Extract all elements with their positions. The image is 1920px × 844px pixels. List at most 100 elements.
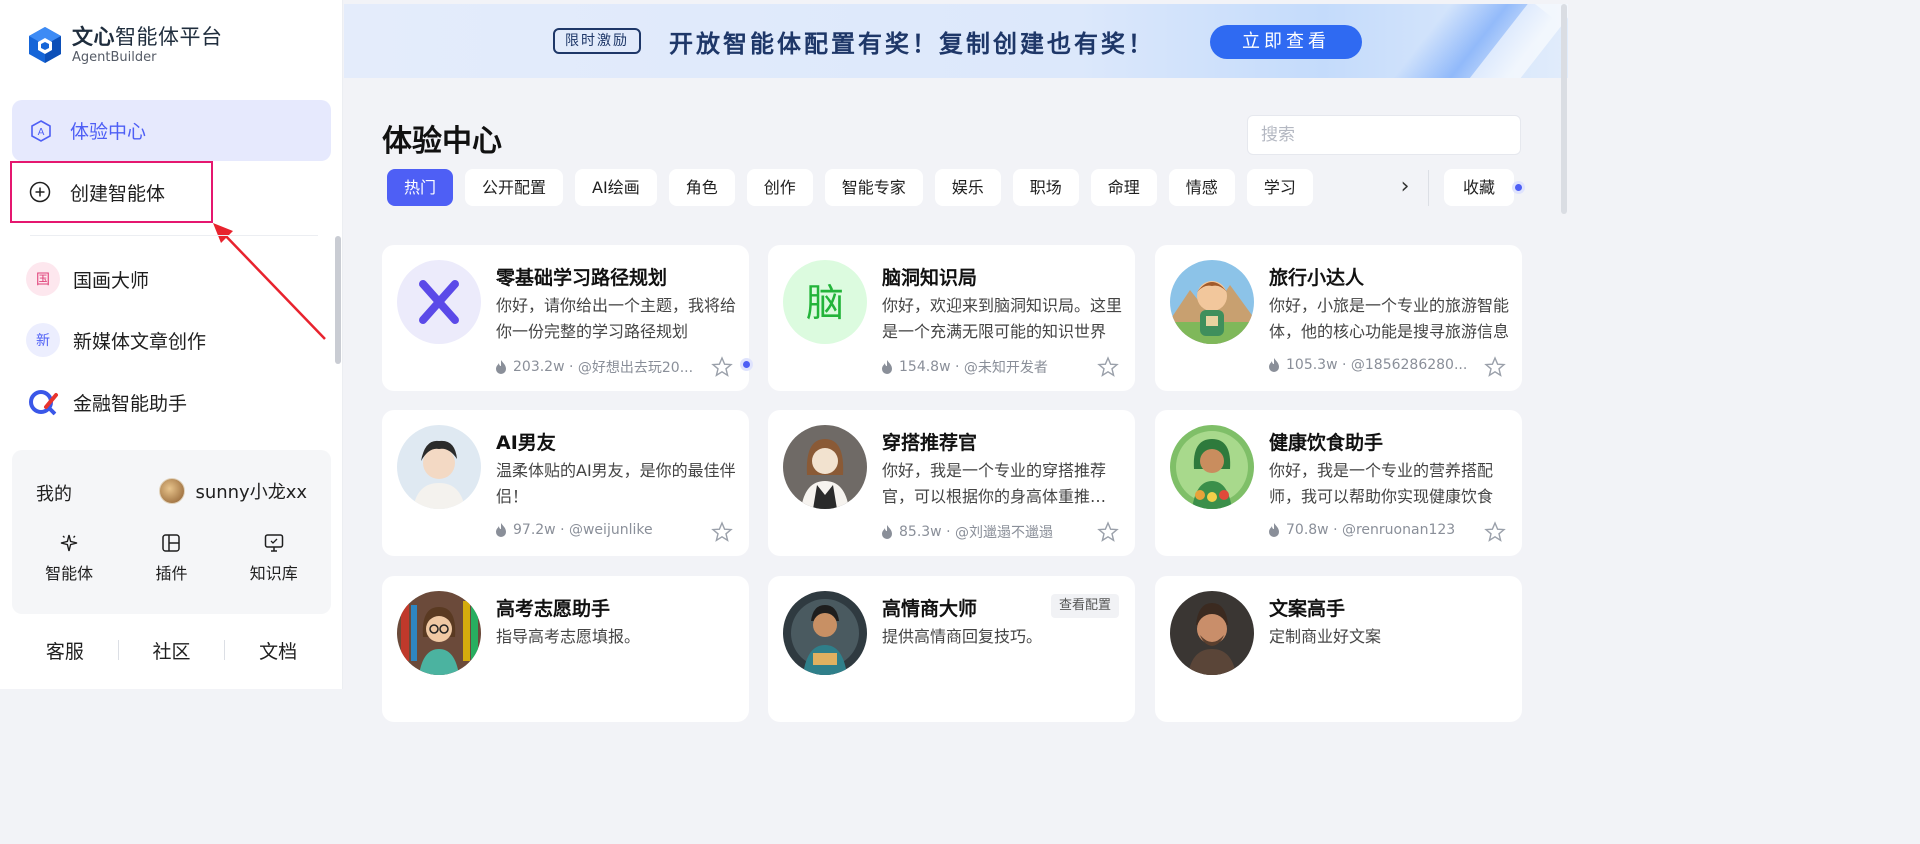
tab-favorites[interactable]: 收藏 [1444, 169, 1515, 206]
sparkle-icon [60, 534, 78, 552]
fire-icon [496, 360, 506, 374]
avatar-text: 脑 [806, 281, 844, 325]
tab-emotion[interactable]: 情感 [1168, 169, 1235, 206]
tab-workplace[interactable]: 职场 [1012, 169, 1079, 206]
my-knowledge-base-button[interactable]: 知识库 [234, 532, 314, 584]
agent-name: 旅行小达人 [1269, 267, 1365, 289]
notification-dot [740, 358, 753, 371]
agent-name: 高考志愿助手 [496, 598, 611, 620]
favorite-star-icon[interactable] [1484, 356, 1506, 378]
sidebar: 文心智能体平台 AgentBuilder A 体验中心 创建智能体 国 国画大师… [0, 0, 343, 689]
agent-card[interactable]: 穿搭推荐官 你好，我是一个专业的穿搭推荐官，可以根据你的身高体重推荐穿搭 85.… [768, 410, 1135, 556]
recent-agent-xinmeiti[interactable]: 新 新媒体文章创作 [26, 320, 326, 360]
recent-agent-label: 新媒体文章创作 [73, 330, 207, 353]
banner-tag: 限时激励 [553, 28, 641, 54]
favorite-star-icon[interactable] [711, 356, 733, 378]
agent-avatar [1170, 260, 1254, 344]
agent-name: 穿搭推荐官 [882, 432, 978, 454]
agent-card[interactable]: 健康饮食助手 你好，我是一个专业的营养搭配师，我可以帮助你实现健康饮食 70.8… [1155, 410, 1522, 556]
agent-avatar: 脑 [783, 260, 867, 344]
agent-heat: 85.3w [899, 524, 942, 540]
agent-card[interactable]: 旅行小达人 你好，小旅是一个专业的旅游智能体，他的核心功能是搜寻旅游信息 105… [1155, 245, 1522, 391]
favorite-star-icon[interactable] [1097, 521, 1119, 543]
tab-study[interactable]: 学习 [1246, 169, 1313, 206]
agent-meta: 105.3w · @1856286280... [1267, 357, 1467, 373]
banner-text: 开放智能体配置有奖！复制创建也有奖！ [669, 30, 1155, 58]
search-input[interactable] [1247, 115, 1521, 155]
agent-description: 指导高考志愿填报。 [496, 627, 641, 646]
main-scrollbar[interactable] [1561, 4, 1567, 214]
user-profile[interactable]: sunny小龙xx [159, 478, 307, 504]
agent-name: 脑洞知识局 [882, 267, 978, 289]
tool-label: 插件 [155, 564, 188, 583]
agent-author: @刘邋遢不邋遢 [954, 525, 1053, 541]
tab-creation[interactable]: 创作 [746, 169, 813, 206]
promo-banner[interactable]: 限时激励 开放智能体配置有奖！复制创建也有奖！ 立即查看 [344, 4, 1568, 78]
agent-card[interactable]: 脑 脑洞知识局 你好，欢迎来到脑洞知识局。这里是一个充满无限可能的知识世界 15… [768, 245, 1135, 391]
agent-card[interactable]: 高考志愿助手 指导高考志愿填报。 [382, 576, 749, 722]
agent-heat: 70.8w [1286, 522, 1329, 538]
brain-text-logo-icon: 脑 [783, 260, 867, 344]
sidebar-scrollbar[interactable] [335, 236, 341, 364]
agent-badge: 新 [26, 323, 60, 357]
notification-dot [1512, 181, 1525, 194]
agent-avatar [1170, 591, 1254, 675]
agent-description: 你好，我是一个专业的穿搭推荐官，可以根据你的身高体重推荐穿搭 [882, 461, 1122, 506]
agent-badge: 国 [26, 262, 60, 296]
nav-item-label: 创建智能体 [70, 182, 166, 205]
agent-author: @未知开发者 [963, 360, 1048, 376]
agent-card[interactable]: 高情商大师 查看配置 提供高情商回复技巧。 [768, 576, 1135, 722]
brand-logo[interactable]: 文心智能体平台 AgentBuilder [26, 24, 223, 66]
agent-card[interactable]: 零基础学习路径规划 你好，请你给出一个主题，我将给你一份完整的学习路径规划 20… [382, 245, 749, 391]
tab-expert[interactable]: 智能专家 [824, 169, 923, 206]
agent-author: @renruonan123 [1341, 522, 1456, 538]
portrait-avatar [397, 425, 481, 509]
category-tabs: 热门 公开配置 AI绘画 角色 创作 智能专家 娱乐 职场 命理 情感 学习 [387, 169, 1325, 206]
agent-name: AI男友 [496, 432, 556, 454]
tab-role[interactable]: 角色 [668, 169, 735, 206]
favorite-star-icon[interactable] [1484, 521, 1506, 543]
fire-icon [1269, 358, 1279, 372]
agent-card[interactable]: AI男友 温柔体贴的AI男友，是你的最佳伴侣！ 97.2w · @weijunl… [382, 410, 749, 556]
my-plugins-button[interactable]: 插件 [131, 532, 211, 584]
favorite-star-icon[interactable] [1097, 356, 1119, 378]
sidebar-footer: 客服 社区 文档 [12, 630, 331, 670]
nav-item-create-agent[interactable]: 创建智能体 [12, 164, 331, 220]
agent-a-icon: A [31, 119, 51, 142]
agent-card[interactable]: 文案高手 定制商业好文案 [1155, 576, 1522, 722]
brand-subtitle: AgentBuilder [72, 50, 157, 65]
favorite-star-icon[interactable] [711, 521, 733, 543]
agent-avatar [783, 591, 867, 675]
docs-link[interactable]: 文档 [225, 637, 331, 664]
banner-view-now-button[interactable]: 立即查看 [1210, 25, 1362, 59]
page-title: 体验中心 [382, 124, 502, 159]
finance-logo-icon [29, 390, 59, 418]
agent-description: 你好，欢迎来到脑洞知识局。这里是一个充满无限可能的知识世界 [882, 296, 1122, 341]
agent-meta: 85.3w · @刘邋遢不邋遢 [880, 522, 1053, 542]
recent-agent-label: 国画大师 [73, 269, 150, 292]
tab-hot[interactable]: 热门 [387, 169, 454, 206]
monitor-icon [264, 534, 284, 552]
agent-author: @好想出去玩20... [577, 360, 694, 376]
agent-author: @weijunlike [568, 522, 653, 538]
tabs-next-arrow-icon[interactable]: › [1394, 174, 1416, 200]
community-link[interactable]: 社区 [119, 637, 225, 664]
tab-entertainment[interactable]: 娱乐 [934, 169, 1001, 206]
agent-description: 你好，请你给出一个主题，我将给你一份完整的学习路径规划 [496, 296, 736, 341]
agent-author: @1856286280... [1350, 357, 1468, 373]
customer-service-link[interactable]: 客服 [12, 637, 118, 664]
agent-description: 你好，我是一个专业的营养搭配师，我可以帮助你实现健康饮食 [1269, 461, 1494, 506]
recent-agent-guohua[interactable]: 国 国画大师 [26, 259, 326, 299]
x-logo-icon [397, 260, 481, 344]
nav-item-experience-center[interactable]: A 体验中心 [12, 100, 331, 161]
view-config-button[interactable]: 查看配置 [1050, 594, 1119, 618]
tab-ai-drawing[interactable]: AI绘画 [575, 169, 657, 206]
tab-public-config[interactable]: 公开配置 [465, 169, 564, 206]
nav-item-label: 体验中心 [70, 121, 147, 143]
agent-heat: 105.3w [1286, 357, 1338, 373]
tab-fortune[interactable]: 命理 [1090, 169, 1157, 206]
my-agents-button[interactable]: 智能体 [29, 532, 109, 584]
recent-agent-finance[interactable]: 金融智能助手 [26, 382, 326, 422]
cube-logo-icon [29, 27, 61, 63]
agent-description: 你好，小旅是一个专业的旅游智能体，他的核心功能是搜寻旅游信息 [1269, 296, 1509, 341]
